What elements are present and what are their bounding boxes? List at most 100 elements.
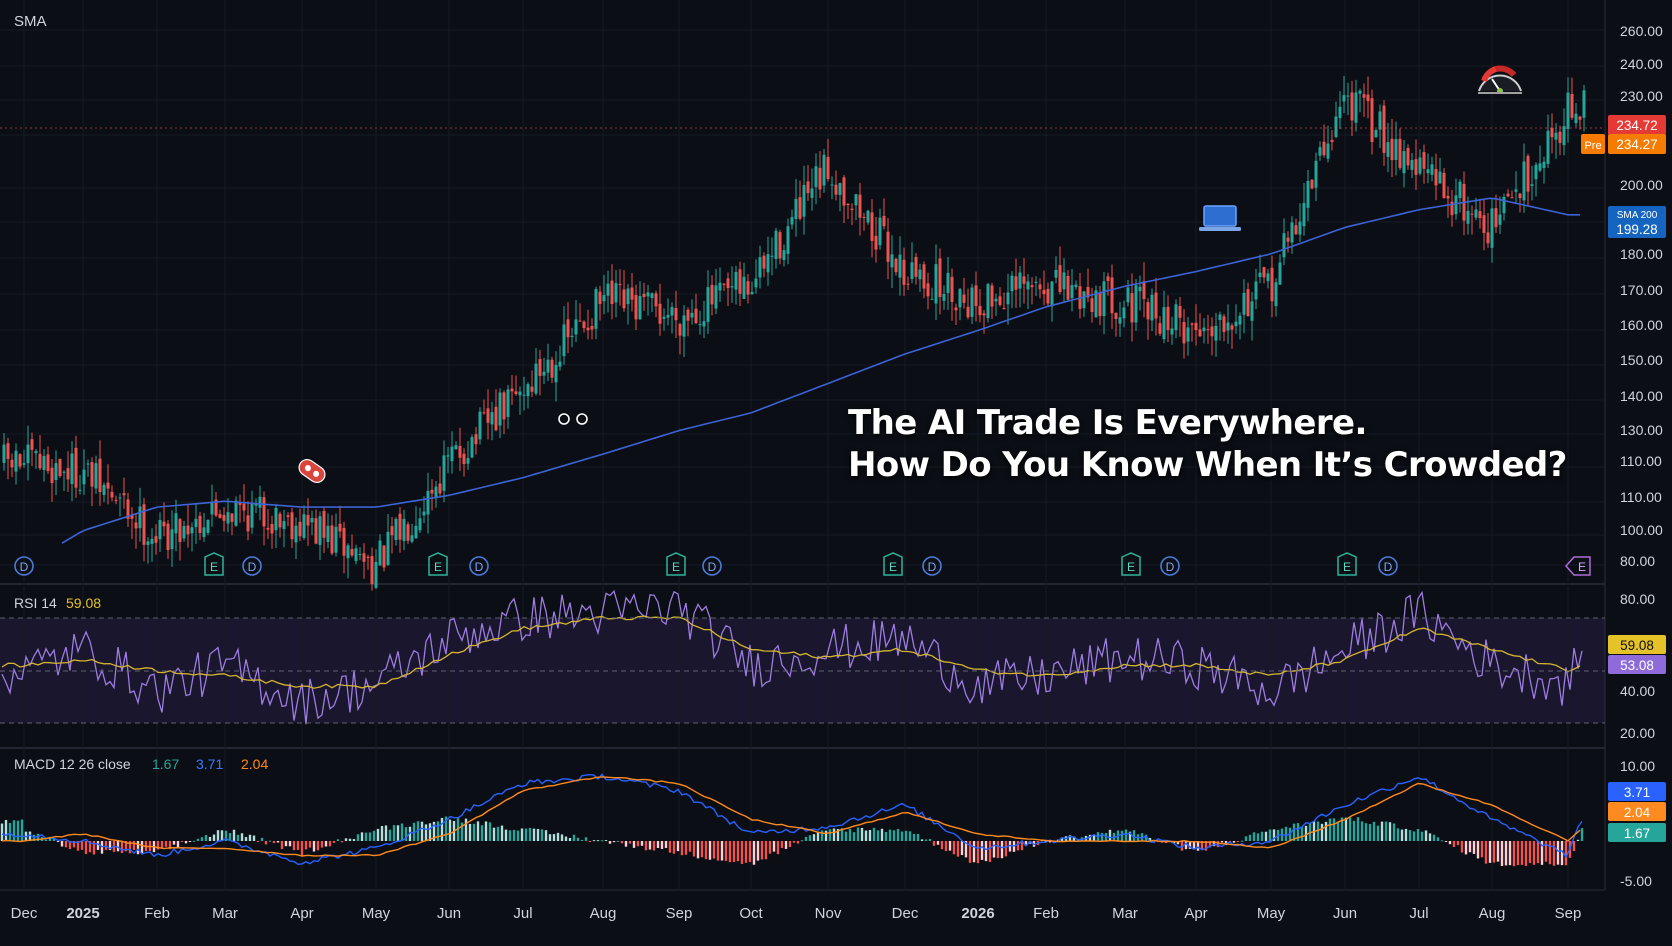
macd-hist-bar: [476, 821, 480, 841]
macd-hist-bar: [880, 828, 884, 841]
price-axis[interactable]: 260.00 240.00 230.00 200.00 180.00 170.00 160.…: [1620, 23, 1663, 569]
macd-hist-bar: [748, 841, 752, 862]
macd-hist-bar: [760, 841, 764, 860]
macd-hist-bar: [788, 841, 792, 848]
macd-hist-bar: [364, 832, 368, 841]
headline: The AI Trade Is Everywhere. How Do You K…: [848, 402, 1567, 486]
macd-hist-bar: [900, 831, 904, 841]
macd-hist-bar: [972, 841, 976, 863]
macd-hist-bar: [1372, 821, 1376, 841]
macd-hist-bar: [1424, 830, 1428, 841]
macd-hist-bar: [584, 837, 588, 841]
macd-hist-bar: [904, 830, 908, 841]
macd-hist-bar: [296, 841, 300, 850]
macd-hist-bar: [980, 841, 984, 860]
macd-hist-bar: [504, 829, 508, 841]
macd-hist-bar: [948, 841, 952, 851]
macd-hist-bar: [372, 830, 376, 841]
macd-hist-bar: [668, 841, 672, 853]
macd-hist-bar: [1304, 825, 1308, 841]
macd-hist-bar: [1500, 841, 1504, 866]
time-tick: 2025: [66, 905, 99, 922]
macd-hist-bar: [1444, 841, 1448, 842]
svg-text:D: D: [928, 560, 937, 574]
sma-badge: SMA 200 199.28: [1608, 206, 1666, 238]
rsi-badge: 59.08: [1608, 635, 1666, 654]
macd-hist-bar: [792, 841, 796, 843]
macd-hist-bar: [16, 820, 20, 841]
macd-hist-bar: [1552, 841, 1556, 866]
macd-hist-bar: [536, 828, 540, 841]
macd-hist-bar: [64, 841, 68, 848]
macd-hist-bar: [200, 837, 204, 841]
macd-hist-bar: [716, 841, 720, 861]
macd-hist-bar: [440, 817, 444, 841]
macd-hist-bar: [240, 833, 244, 841]
svg-text:E: E: [210, 560, 218, 574]
sma-legend[interactable]: SMA: [14, 13, 47, 30]
macd-hist-bar: [524, 828, 528, 841]
rsi-legend-label[interactable]: RSI 14: [14, 595, 57, 611]
macd-hist-bar: [864, 830, 868, 841]
macd-legend-label[interactable]: MACD 12 26 close: [14, 756, 131, 772]
svg-text:SMA 200: SMA 200: [1617, 210, 1658, 221]
price-tick: 230.00: [1620, 88, 1663, 104]
rsi-tick: 80.00: [1620, 591, 1655, 607]
macd-hist-bar: [1420, 831, 1424, 841]
macd-hist-bar: [780, 841, 784, 848]
macd-hist-bar: [1368, 824, 1372, 841]
macd-hist-bar: [12, 820, 16, 841]
macd-hist-bar: [1240, 840, 1244, 842]
price-tick: 260.00: [1620, 23, 1663, 39]
macd-hist-bar: [592, 840, 596, 842]
macd-hist-bar: [1556, 841, 1560, 865]
macd-hist-bar: [772, 841, 776, 852]
macd-hist-bar: [784, 841, 788, 849]
macd-hist-bar: [192, 840, 196, 842]
macd-hist-bar: [140, 841, 144, 854]
macd-hist-bar: [260, 837, 264, 841]
time-tick: Sep: [666, 905, 693, 922]
chart-canvas[interactable]: D D D D D D D E E E E E E E SMA RSI 14 59.08 MACD 12 …: [0, 0, 1672, 941]
macd-hist-bar: [132, 841, 136, 850]
macd-hist-bar: [1484, 841, 1488, 864]
macd-hist-bar: [304, 841, 308, 850]
macd-hist-bar: [636, 841, 640, 847]
macd-hist-bar: [688, 841, 692, 852]
macd-hist-bar: [120, 841, 124, 854]
macd-hist-bar: [1548, 841, 1552, 865]
macd-hist-bar: [1428, 833, 1432, 841]
macd-hist-bar: [1456, 841, 1460, 846]
macd-hist-bar: [708, 841, 712, 860]
macd-hist-bar: [1256, 833, 1260, 841]
macd-hist-bar: [288, 841, 292, 847]
macd-hist-bar: [348, 838, 352, 841]
macd-hist-bar: [912, 833, 916, 841]
time-tick: Jun: [1333, 905, 1357, 922]
macd-hist-bar: [928, 838, 932, 841]
macd-hist-bar: [520, 828, 524, 841]
macd-hist-bar: [820, 830, 824, 841]
macd-hist-bar: [356, 834, 360, 841]
price-badge: 234.72: [1608, 115, 1666, 135]
time-tick: Mar: [1112, 905, 1138, 922]
macd-hist-bar: [588, 841, 592, 842]
macd-hist-bar: [568, 838, 572, 841]
macd-hist-bar: [1580, 828, 1584, 841]
macd-hist-bar: [956, 841, 960, 857]
price-tick: 200.00: [1620, 177, 1663, 193]
macd-hist-bar: [1336, 821, 1340, 841]
time-tick: Jul: [513, 905, 532, 922]
macd-hist-bar: [876, 830, 880, 841]
macd-hist-bar: [352, 839, 356, 841]
macd-hist-bar: [656, 841, 660, 848]
macd-hist-bar: [484, 821, 488, 841]
macd-hist-bar: [700, 841, 704, 858]
macd-hist-bar: [924, 839, 928, 841]
macd-hist-bar: [8, 823, 12, 841]
time-axis[interactable]: Dec 2025 Feb Mar Apr May Jun Jul Aug Sep Oct Nov Dec…: [11, 905, 1582, 922]
macd-hist-bar: [620, 841, 624, 844]
macd-hist-bar: [1528, 841, 1532, 864]
macd-hist-bar: [1396, 828, 1400, 841]
svg-text:2.04: 2.04: [1624, 805, 1651, 820]
